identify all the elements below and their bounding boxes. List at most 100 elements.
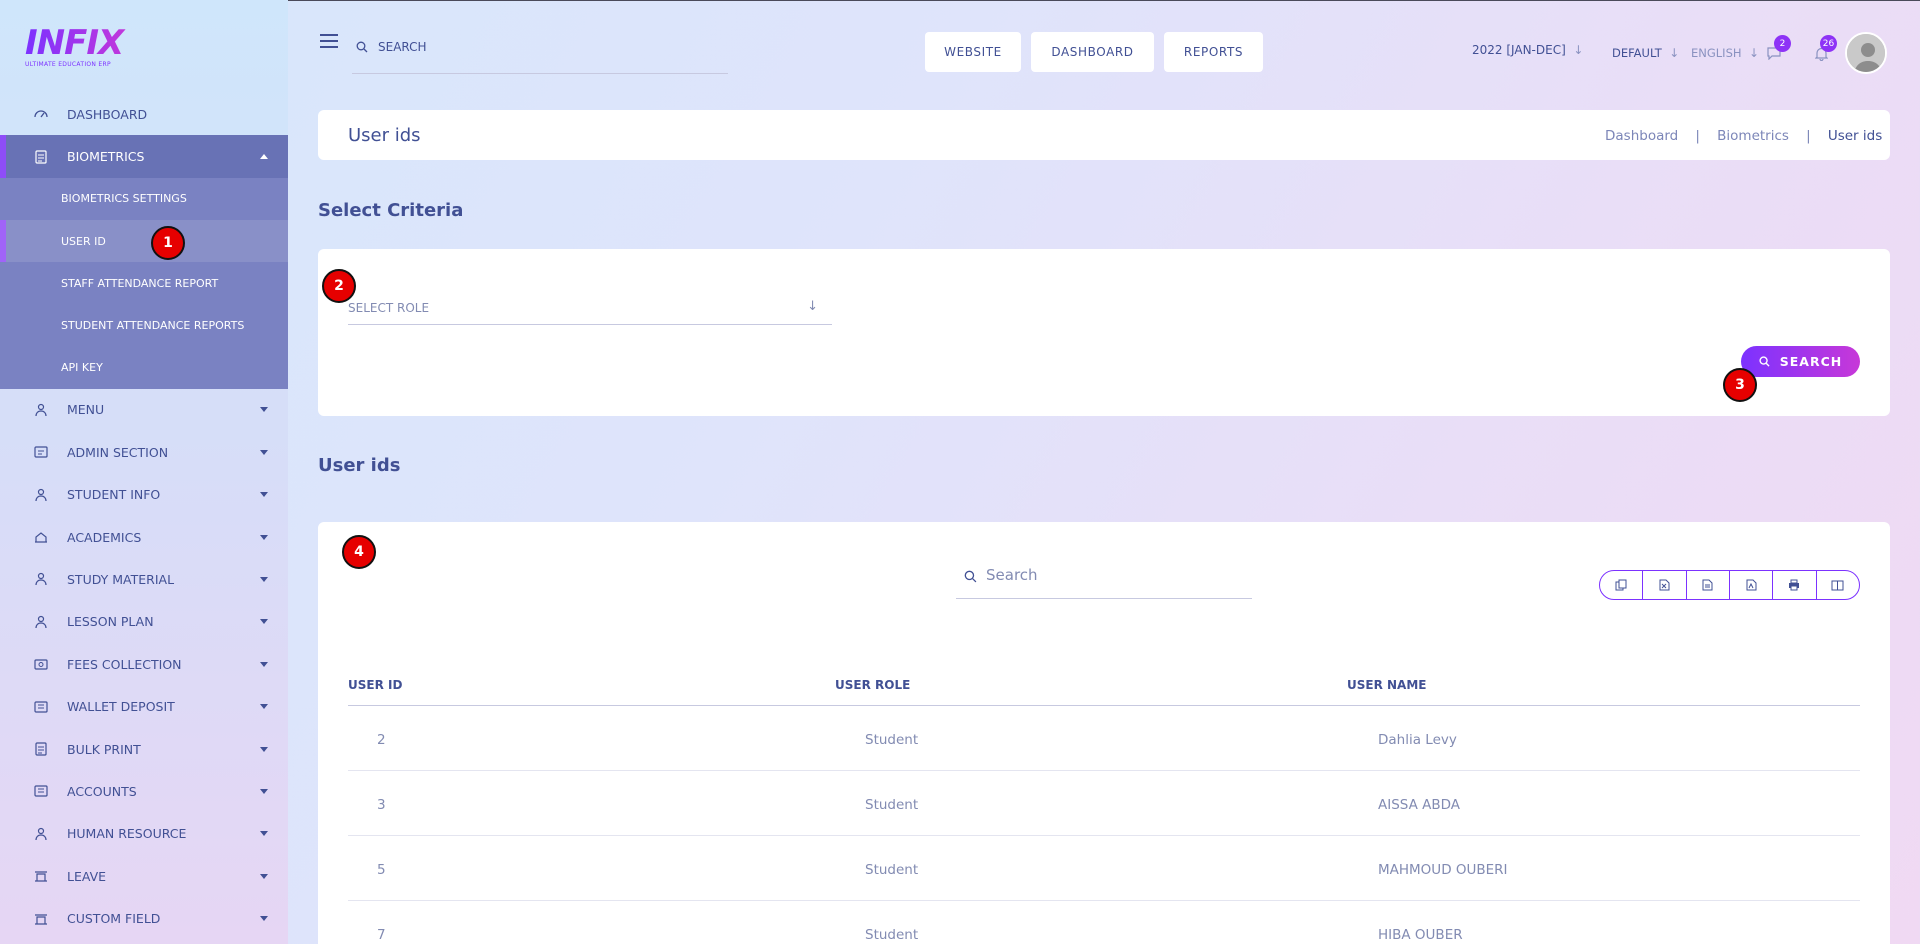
cell-user-id: 3	[377, 797, 386, 813]
sidebar-item-leave[interactable]: LEAVE	[0, 855, 288, 897]
sidebar-item-academics[interactable]: ACADEMICS	[0, 516, 288, 558]
chevron-up-icon	[260, 154, 268, 160]
search-icon	[356, 41, 368, 53]
chevron-down-icon	[260, 576, 268, 582]
submenu-api-key[interactable]: API KEY	[0, 347, 288, 389]
csv-button[interactable]	[1687, 571, 1730, 599]
lesson-plan-icon	[35, 615, 47, 628]
chevron-down-icon	[260, 449, 268, 455]
leave-icon	[35, 871, 47, 882]
avatar[interactable]	[1845, 32, 1887, 74]
sidebar-item-label: FEES COLLECTION	[67, 656, 182, 672]
sidebar-item-label: STUDENT INFO	[67, 487, 161, 503]
column-header-user-role[interactable]: USER ROLE	[835, 678, 910, 692]
accounts-icon	[34, 785, 48, 798]
theme-select[interactable]: DEFAULT ↓	[1612, 46, 1679, 60]
copy-button[interactable]	[1600, 571, 1644, 599]
sidebar-item-admin-section[interactable]: ADMIN SECTION	[0, 431, 288, 473]
session-label: 2022 [JAN-DEC]	[1472, 43, 1566, 57]
logo-wordmark: INFIX	[25, 26, 135, 60]
sidebar-item-accounts[interactable]: ACCOUNTS	[0, 770, 288, 812]
theme-label: DEFAULT	[1612, 46, 1662, 60]
hamburger-menu-icon[interactable]	[320, 34, 338, 48]
print-button[interactable]	[1773, 571, 1817, 599]
select-role-placeholder: SELECT ROLE	[348, 301, 430, 315]
excel-icon	[1659, 579, 1670, 591]
admin-icon	[34, 446, 48, 458]
annotation-marker-1: 1	[151, 226, 185, 260]
cell-user-name: AISSA ABDA	[1378, 797, 1461, 813]
submenu-label: API KEY	[61, 361, 103, 375]
sidebar-item-dashboard[interactable]: DASHBOARD	[0, 93, 288, 135]
sidebar-item-student-info[interactable]: STUDENT INFO	[0, 474, 288, 516]
submenu-user-id[interactable]: USER ID	[0, 219, 288, 263]
sidebar-item-label: ACCOUNTS	[67, 783, 137, 799]
search-button-label: SEARCH	[1779, 354, 1843, 369]
submenu-student-attendance-reports[interactable]: STUDENT ATTENDANCE REPORTS	[0, 304, 288, 346]
breadcrumb-current: User ids	[1827, 128, 1883, 144]
top-search-input[interactable]: SEARCH	[352, 38, 728, 74]
reports-button[interactable]: REPORTS	[1164, 32, 1263, 72]
arrow-down-icon: ↓	[1745, 46, 1760, 60]
arrow-down-icon: ↓	[1569, 43, 1584, 57]
sidebar-item-label: LESSON PLAN	[67, 614, 154, 630]
cell-user-role: Student	[865, 797, 919, 813]
cell-user-role: Student	[865, 862, 919, 878]
language-select[interactable]: ENGLISH ↓	[1691, 46, 1759, 60]
sidebar-item-fees-collection[interactable]: FEES COLLECTION	[0, 643, 288, 685]
table-heading: User ids	[318, 455, 401, 476]
breadcrumb-dashboard[interactable]: Dashboard	[1605, 128, 1678, 144]
table-row: 5 Student MAHMOUD OUBERI	[348, 836, 1860, 901]
annotation-marker-4: 4	[342, 535, 376, 569]
search-button[interactable]: SEARCH	[1741, 346, 1860, 377]
sidebar-item-label: DASHBOARD	[67, 106, 148, 122]
submenu-label: STAFF ATTENDANCE REPORT	[61, 276, 219, 290]
dashboard-icon	[34, 110, 48, 118]
sidebar-item-bulk-print[interactable]: BULK PRINT	[0, 728, 288, 770]
sidebar-item-menu[interactable]: MENU	[0, 389, 288, 431]
column-header-user-name[interactable]: USER NAME	[1347, 678, 1426, 692]
column-header-user-id[interactable]: USER ID	[348, 678, 402, 692]
breadcrumb-biometrics[interactable]: Biometrics	[1717, 128, 1789, 144]
chevron-down-icon	[260, 916, 268, 922]
cell-user-role: Student	[865, 732, 919, 748]
arrow-down-icon: ↓	[807, 299, 818, 314]
pdf-button[interactable]	[1730, 571, 1774, 599]
submenu-biometrics-settings[interactable]: BIOMETRICS SETTINGS	[0, 178, 288, 220]
sidebar: INFIX ULTIMATE EDUCATION ERP DASHBOARD B…	[0, 0, 288, 944]
sidebar-item-study-material[interactable]: STUDY MATERIAL	[0, 558, 288, 600]
excel-button[interactable]	[1643, 571, 1687, 599]
sidebar-item-biometrics[interactable]: BIOMETRICS	[0, 135, 288, 179]
sidebar-item-lesson-plan[interactable]: LESSON PLAN	[0, 601, 288, 643]
biometrics-submenu: BIOMETRICS SETTINGS USER ID STAFF ATTEND…	[0, 177, 288, 389]
sidebar-item-label: ACADEMICS	[67, 529, 142, 545]
breadcrumb: Dashboard | Biometrics | User ids	[1605, 128, 1883, 144]
select-role-dropdown[interactable]: SELECT ROLE ↓	[348, 299, 832, 325]
chevron-down-icon	[260, 746, 268, 752]
cell-user-name: MAHMOUD OUBERI	[1378, 862, 1508, 878]
sidebar-item-custom-field[interactable]: CUSTOM FIELD	[0, 897, 288, 939]
fees-icon	[34, 659, 48, 670]
columns-icon	[1831, 580, 1844, 590]
column-visibility-button[interactable]	[1817, 571, 1859, 599]
language-label: ENGLISH	[1691, 46, 1742, 60]
export-button-group	[1599, 570, 1860, 600]
sidebar-item-label: HUMAN RESOURCE	[67, 826, 187, 842]
sidebar-item-label: BIOMETRICS	[67, 149, 145, 165]
submenu-staff-attendance-report[interactable]: STAFF ATTENDANCE REPORT	[0, 262, 288, 304]
arrow-down-icon: ↓	[1665, 46, 1680, 60]
search-icon	[1759, 356, 1770, 367]
dashboard-button[interactable]: DASHBOARD	[1031, 32, 1154, 72]
session-select[interactable]: 2022 [JAN-DEC] ↓	[1472, 43, 1583, 57]
sidebar-item-wallet-deposit[interactable]: WALLET DEPOSIT	[0, 685, 288, 727]
sidebar-nav: DASHBOARD BIOMETRICS BIOMETRICS SETTINGS…	[0, 93, 288, 940]
logo[interactable]: INFIX ULTIMATE EDUCATION ERP	[25, 26, 135, 70]
sidebar-item-human-resource[interactable]: HUMAN RESOURCE	[0, 813, 288, 855]
study-material-icon	[35, 573, 47, 586]
website-button[interactable]: WEBSITE	[925, 32, 1021, 72]
table-search-input[interactable]: Search	[956, 561, 1252, 599]
sidebar-item-label: BULK PRINT	[67, 741, 141, 757]
cell-user-role: Student	[865, 927, 919, 943]
chevron-down-icon	[260, 492, 268, 498]
submenu-label: STUDENT ATTENDANCE REPORTS	[61, 318, 245, 332]
